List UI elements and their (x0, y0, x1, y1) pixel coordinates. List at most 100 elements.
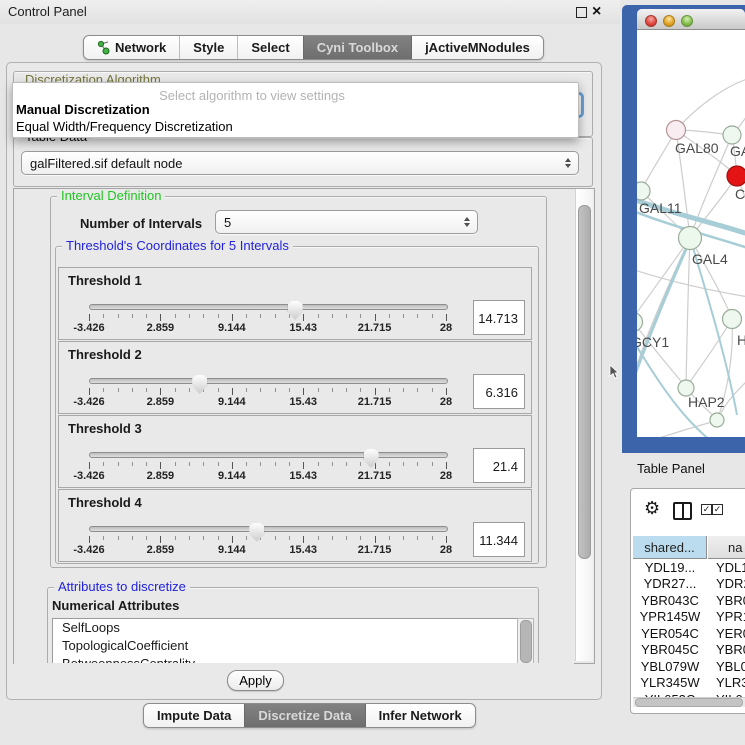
slider-tick (360, 462, 361, 466)
table-data-combobox[interactable]: galFiltered.sif default node (21, 151, 579, 175)
network-tab-icon (97, 40, 110, 55)
slider-tick (260, 388, 261, 392)
tab-jactivemnodules[interactable]: jActiveMNodules (411, 36, 543, 59)
slider-tick (375, 314, 376, 321)
algorithm-option-equal-width[interactable]: Equal Width/Frequency Discretization (16, 119, 233, 134)
slider-tick (303, 314, 304, 321)
network-node-ga[interactable] (723, 126, 741, 144)
tab-style[interactable]: Style (179, 36, 237, 59)
network-node-gal4[interactable] (679, 227, 702, 250)
tab-select[interactable]: Select (237, 36, 302, 59)
tab-impute-data[interactable]: Impute Data (144, 704, 244, 727)
checkbox-icon[interactable]: ✓ (701, 504, 712, 515)
slider-tick (118, 462, 119, 466)
threshold-value-field[interactable]: 21.4 (473, 448, 525, 483)
slider-tick (246, 388, 247, 392)
slider-tick-label: 21.715 (358, 470, 392, 482)
checkbox-icon[interactable]: ✓ (712, 504, 723, 515)
cell-name: YLR3 (707, 675, 745, 690)
cell-name: YDL1 (707, 560, 745, 575)
column-header-name[interactable]: na (708, 536, 745, 559)
slider-track[interactable] (89, 304, 448, 310)
tab-infer-network[interactable]: Infer Network (365, 704, 475, 727)
table-rows[interactable]: YDL19...YDL1YDR27...YDR2YBR043CYBR0YPR14… (633, 559, 745, 697)
threshold-value-field[interactable]: 14.713 (473, 300, 525, 335)
slider-tick (303, 462, 304, 469)
close-icon[interactable]: × (592, 2, 601, 22)
slider-thumb[interactable] (249, 523, 264, 542)
network-canvas[interactable]: GAL80GACGAL11GAL4GCY1HHAP2 (637, 29, 745, 437)
slider-thumb[interactable] (364, 449, 379, 468)
table-row[interactable]: YER054CYER0 (633, 625, 745, 642)
slider-tick (389, 314, 390, 318)
slider-tick (446, 536, 447, 543)
slider-tick-label: 2.859 (147, 396, 175, 408)
num-intervals-combobox[interactable]: 5 (215, 210, 478, 234)
network-node-h[interactable] (723, 310, 742, 329)
network-node-label: GAL4 (692, 251, 728, 267)
slider-tick (389, 536, 390, 540)
mac-close-button[interactable] (645, 15, 657, 27)
slider-tick-label: -3.426 (73, 470, 104, 482)
threshold-label: Threshold 3 (68, 421, 142, 436)
table-row[interactable]: YDL19...YDL1 (633, 559, 745, 576)
mac-zoom-button[interactable] (681, 15, 693, 27)
tab-network[interactable]: Network (84, 36, 179, 59)
slider-tick (303, 536, 304, 543)
slider-track[interactable] (89, 526, 448, 532)
slider-tick (103, 314, 104, 318)
slider-track[interactable] (89, 378, 448, 384)
slider-thumb[interactable] (192, 375, 207, 394)
table-row[interactable]: YBR043CYBR0 (633, 592, 745, 609)
slider-tick-label: 15.43 (289, 396, 317, 408)
network-node[interactable] (710, 413, 724, 427)
tab-discretize-data[interactable]: Discretize Data (244, 704, 364, 727)
slider-tick (346, 388, 347, 392)
attribute-list-item[interactable]: SelfLoops (53, 619, 518, 637)
table-data-value: galFiltered.sif default node (30, 156, 182, 171)
table-row[interactable]: YBR045CYBR0 (633, 642, 745, 659)
gear-icon[interactable]: ⚙ (644, 498, 660, 518)
network-node-gal80[interactable] (667, 121, 686, 140)
threshold-value-field[interactable]: 6.316 (473, 374, 525, 409)
slider-tick (160, 462, 161, 469)
slider-track[interactable] (89, 452, 448, 458)
slider-tick-label: 28 (440, 396, 452, 408)
network-node-label: H (737, 332, 745, 348)
network-node-gcy1[interactable] (637, 313, 643, 332)
cell-shared-name: YPR145W (633, 609, 707, 624)
mac-minimize-button[interactable] (663, 15, 675, 27)
table-row[interactable]: YPR145WYPR1 (633, 609, 745, 626)
interval-definition-title: Interval Definition (57, 189, 165, 203)
apply-button[interactable]: Apply (227, 670, 284, 691)
threshold-panel: Threshold 1-3.4262.8599.14415.4321.71528… (58, 267, 532, 340)
float-window-icon[interactable] (576, 7, 587, 18)
threshold-label: Threshold 2 (68, 347, 142, 362)
slider-tick (218, 462, 219, 466)
network-node-c[interactable] (727, 166, 745, 186)
table-row[interactable]: YBL079WYBL0 (633, 658, 745, 675)
slider-tick (446, 314, 447, 321)
slider-tick (318, 314, 319, 318)
numerical-attributes-list[interactable]: SelfLoopsTopologicalCoefficientBetweenne… (52, 618, 519, 665)
tab-cyni-toolbox[interactable]: Cyni Toolbox (303, 36, 411, 59)
threshold-value-field[interactable]: 11.344 (473, 522, 525, 557)
algorithm-option-manual[interactable]: Manual Discretization (16, 102, 150, 117)
attribute-list-item[interactable]: TopologicalCoefficient (53, 637, 518, 655)
columns-icon[interactable] (673, 502, 692, 520)
tab-label: Impute Data (157, 708, 231, 723)
network-node-gal11[interactable] (637, 182, 650, 200)
network-window[interactable]: GAL80GACGAL11GAL4GCY1HHAP2 (637, 9, 745, 437)
table-row[interactable]: YLR345WYLR3 (633, 675, 745, 692)
column-header-shared[interactable]: shared... (633, 536, 707, 559)
slider-tick (103, 462, 104, 466)
vertical-scrollbar-thumb[interactable] (578, 205, 591, 559)
slider-tick (132, 462, 133, 466)
slider-tick (118, 388, 119, 392)
slider-tick (203, 462, 204, 466)
horizontal-scrollbar-thumb[interactable] (635, 698, 743, 707)
table-row[interactable]: YDR27...YDR2 (633, 576, 745, 593)
mouse-cursor (609, 365, 621, 379)
slider-tick (432, 462, 433, 466)
list-scrollbar-thumb[interactable] (520, 620, 532, 663)
